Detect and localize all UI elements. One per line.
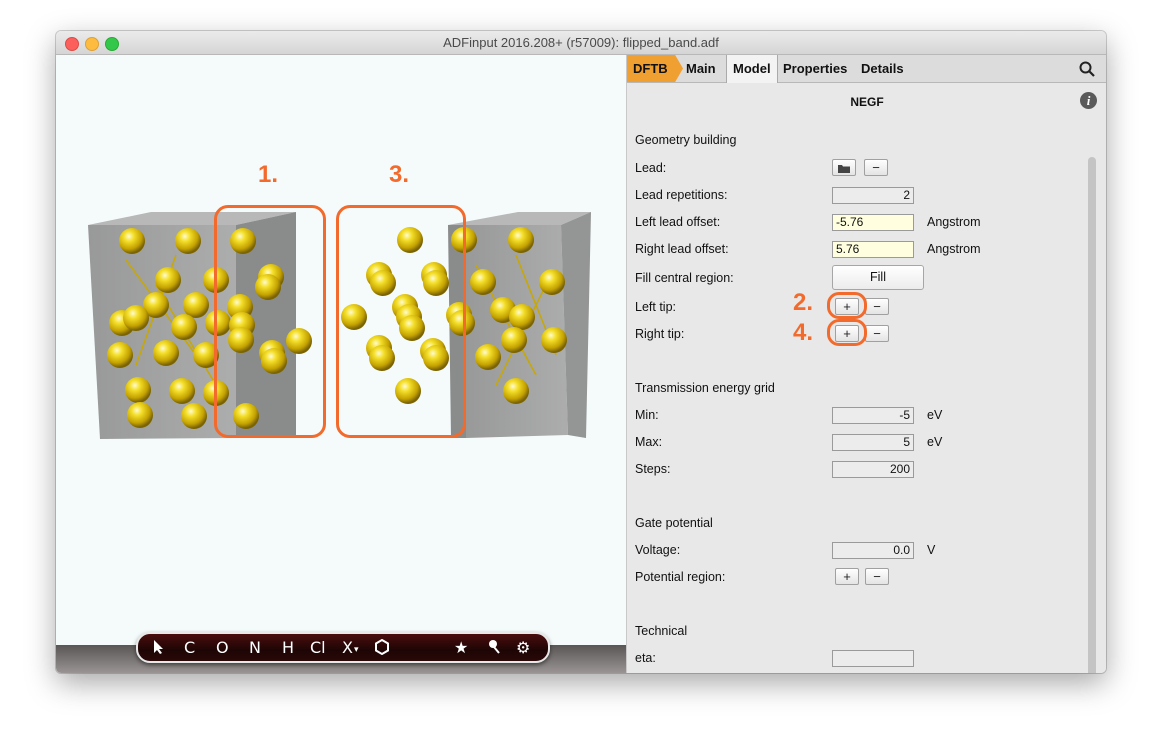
left-lead-offset-field[interactable]: -5.76 [832,214,914,231]
element-oxygen-button[interactable]: O [216,638,229,657]
tab-details[interactable]: Details [855,55,910,82]
lead-remove-button[interactable]: − [864,159,888,176]
search-icon[interactable] [1079,61,1095,77]
potential-region-remove-button[interactable]: − [865,568,889,585]
element-hydrogen-button[interactable]: H [282,638,294,657]
pointer-tool-icon[interactable] [152,639,166,655]
annotation-label-3: 3. [389,161,410,188]
panel-title: NEGF [850,95,884,109]
eta-label: eta: [635,651,656,665]
annotation-box-left [214,205,326,438]
panel-scrollbar[interactable] [1088,157,1096,673]
gate-heading: Gate potential [635,516,713,530]
molecule-viewer[interactable]: 1. 3. C O N H Cl X ▾ ★ ⚙ [56,55,626,673]
favorites-star-icon[interactable]: ★ [454,638,468,657]
tab-dftb[interactable]: DFTB [627,55,683,82]
max-unit: eV [927,435,943,449]
folder-icon [838,165,850,173]
annotation-ring-right-tip [827,319,867,346]
left-tip-label: Left tip: [635,300,676,314]
steps-label: Steps: [635,462,671,476]
lead-repetitions-field[interactable]: 2 [832,187,914,204]
voltage-field[interactable]: 0.0 [832,542,914,559]
ring-tool-icon[interactable] [374,639,390,655]
app-window: ADFinput 2016.208+ (r57009): flipped_ban… [56,31,1106,673]
left-tip-remove-button[interactable]: − [865,298,889,315]
fill-button[interactable]: Fill [832,265,924,290]
max-field[interactable]: 5 [832,434,914,451]
lead-repetitions-label: Lead repetitions: [635,188,728,202]
atom-toolbar: C O N H Cl X ▾ ★ ⚙ [136,632,550,663]
voltage-label: Voltage: [635,543,681,557]
right-lead-offset-label: Right lead offset: [635,242,729,256]
min-unit: eV [927,408,943,422]
voltage-unit: V [927,543,936,557]
steps-field[interactable]: 200 [832,461,914,478]
tab-model[interactable]: Model [726,55,778,83]
lead-open-button[interactable] [832,159,856,176]
element-carbon-button[interactable]: C [184,638,195,657]
pin-tool-icon[interactable] [488,639,502,655]
left-lead-offset-label: Left lead offset: [635,215,721,229]
geometry-heading: Geometry building [635,133,737,147]
tab-main[interactable]: Main [680,55,722,82]
annotation-label-4: 4. [793,319,814,346]
right-lead-offset-unit: Angstrom [927,242,981,256]
potential-region-add-button[interactable]: + [835,568,859,585]
element-other-button[interactable]: X [342,638,353,657]
fill-central-region-label: Fill central region: [635,271,734,285]
lead-label: Lead: [635,161,667,175]
left-lead-offset-unit: Angstrom [927,215,981,229]
window-title: ADFinput 2016.208+ (r57009): flipped_ban… [443,35,719,50]
potential-region-label: Potential region: [635,570,726,584]
annotation-ring-left-tip [827,292,867,319]
annotation-label-2: 2. [793,289,814,316]
min-label: Min: [635,408,659,422]
technical-heading: Technical [635,624,688,638]
element-chlorine-button[interactable]: Cl [310,638,326,657]
eta-field[interactable] [832,650,914,667]
element-dropdown-icon[interactable]: ▾ [354,645,359,655]
info-icon[interactable]: i [1080,92,1097,109]
transmission-heading: Transmission energy grid [635,381,775,395]
right-lead-offset-field[interactable]: 5.76 [832,241,914,258]
settings-panel: DFTB Main Model Properties Details NEGF … [626,55,1106,673]
title-bar: ADFinput 2016.208+ (r57009): flipped_ban… [56,31,1106,55]
min-field[interactable]: -5 [832,407,914,424]
element-nitrogen-button[interactable]: N [249,638,261,657]
tab-bar: DFTB Main Model Properties Details [627,55,1106,83]
max-label: Max: [635,435,663,449]
annotation-box-right [336,205,466,438]
annotation-label-1: 1. [258,161,279,188]
tab-properties[interactable]: Properties [777,55,853,82]
right-tip-label: Right tip: [635,327,685,341]
right-tip-remove-button[interactable]: − [865,325,889,342]
settings-gear-icon[interactable]: ⚙ [516,638,530,657]
